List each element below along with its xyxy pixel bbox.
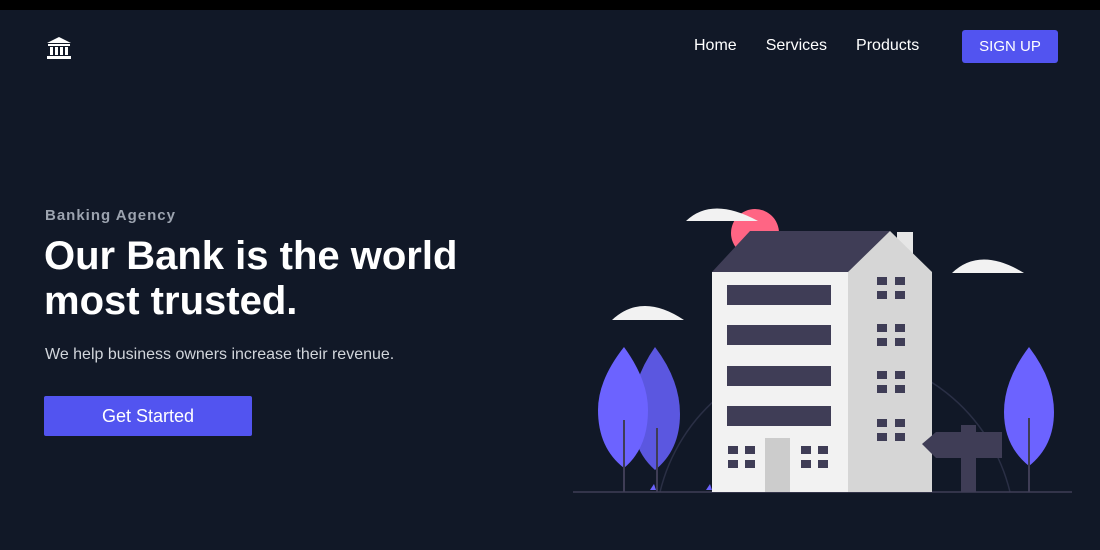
grass-1 [650,484,656,490]
nav-link-services[interactable]: Services [766,36,827,56]
window-bar [727,325,831,345]
hero-headline-line2: most trusted. [44,279,298,323]
grass-2 [706,484,712,490]
top-strip [0,0,1100,10]
bank-icon[interactable] [46,36,72,60]
get-started-button[interactable]: Get Started [44,396,252,436]
main-nav: Home Services Products [694,36,948,56]
hero-subtext: We help business owners increase their r… [45,346,395,363]
cloud-right [952,259,1024,273]
bank-building-illustration [573,208,1072,493]
signpost-board [922,432,1002,458]
hero-headline-line1: Our Bank is the world [44,234,458,278]
building-door [765,438,790,492]
nav-link-home[interactable]: Home [694,36,737,56]
window-bar [727,406,831,426]
hero-headline: Our Bank is the world most trusted. [44,234,544,324]
nav-link-products[interactable]: Products [856,36,919,56]
window-bar [727,366,831,386]
cloud-left [612,306,684,320]
window-bar [727,285,831,305]
signup-button[interactable]: SIGN UP [962,30,1058,63]
hero-eyebrow: Banking Agency [45,207,176,224]
building-side [848,272,932,492]
